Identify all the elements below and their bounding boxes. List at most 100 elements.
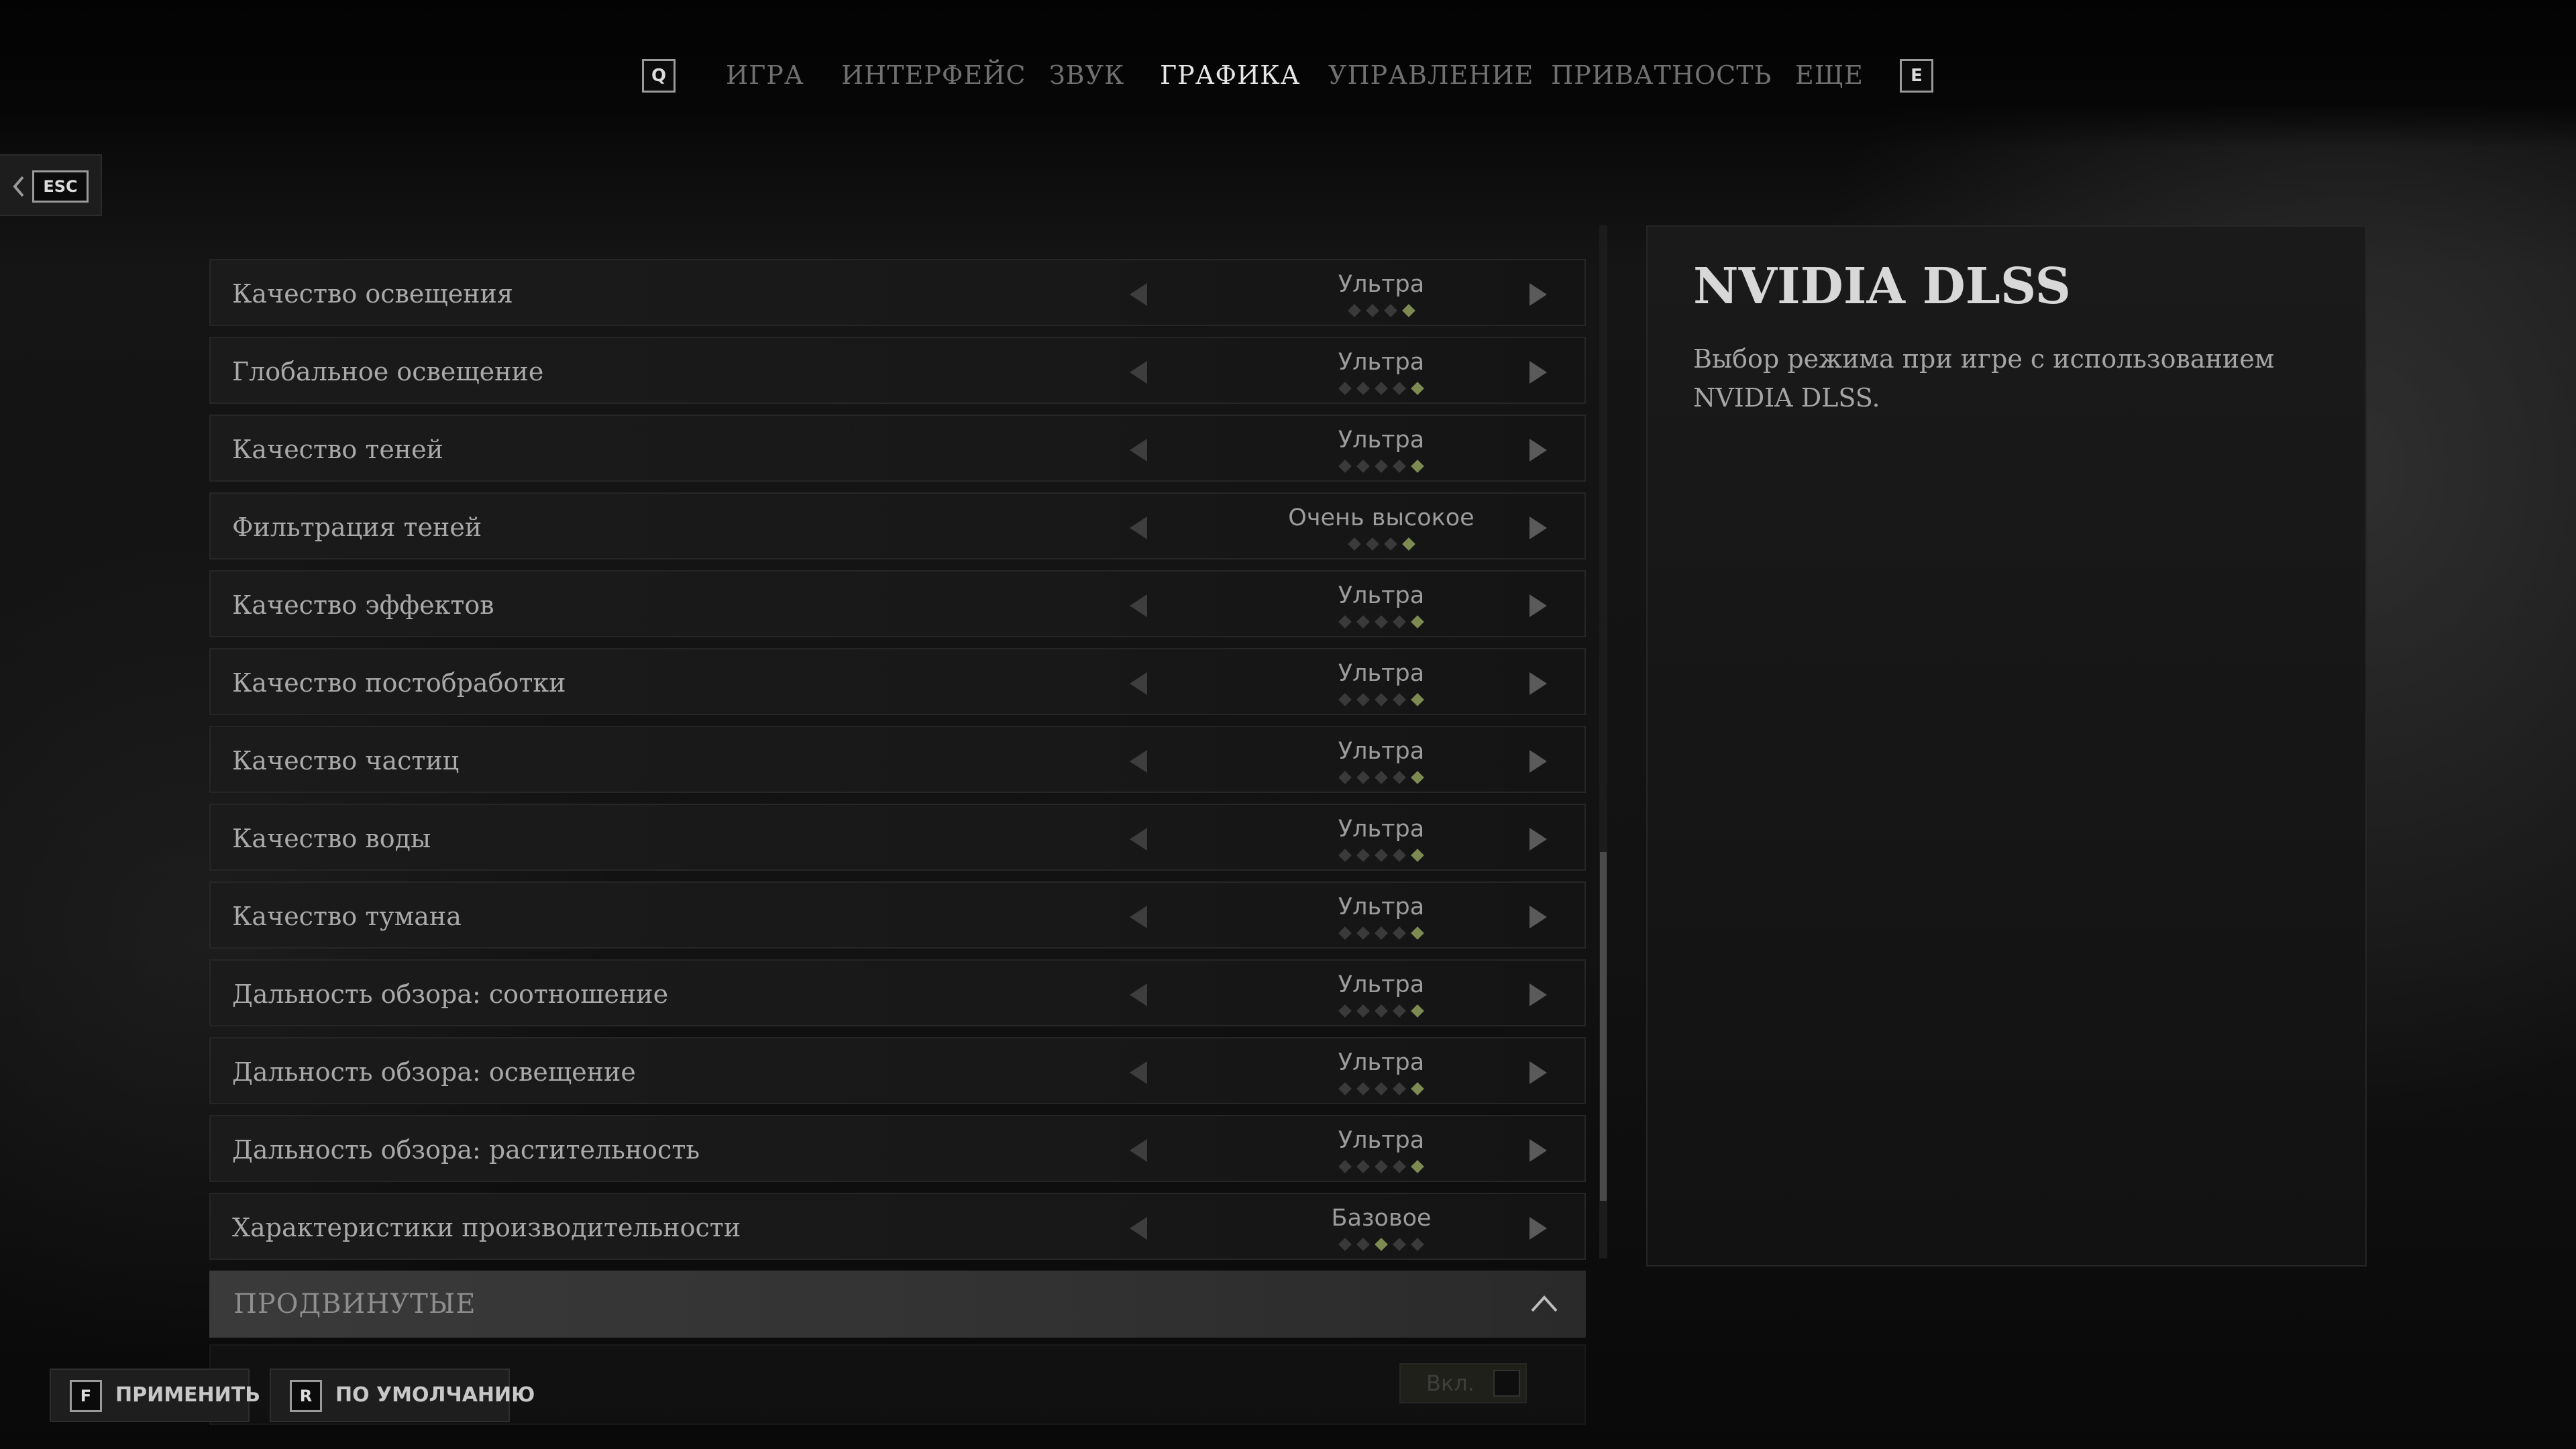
arrow-right-icon[interactable]	[1527, 982, 1550, 1008]
setting-value: Ультра	[1338, 1049, 1425, 1076]
setting-value: Ультра	[1338, 971, 1425, 998]
arrow-right-icon[interactable]	[1527, 282, 1550, 307]
level-pip-active	[1411, 693, 1424, 706]
setting-row[interactable]: Качество тумана Ультра	[209, 881, 1586, 949]
arrow-left-icon[interactable]	[1127, 282, 1150, 307]
setting-label: Дальность обзора: соотношение	[232, 979, 669, 1009]
toggle-knob	[1493, 1370, 1520, 1397]
apply-label: ПРИМЕНИТЬ	[115, 1383, 261, 1407]
arrow-left-icon[interactable]	[1127, 982, 1150, 1008]
level-pip	[1393, 1238, 1406, 1251]
apply-button[interactable]: F ПРИМЕНИТЬ	[50, 1368, 260, 1422]
level-pip	[1393, 771, 1406, 784]
arrow-left-icon[interactable]	[1127, 671, 1150, 696]
tab-interface[interactable]: ИНТЕРФЕЙС	[841, 55, 1026, 95]
level-pip	[1338, 926, 1352, 940]
arrow-right-icon[interactable]	[1527, 593, 1550, 619]
level-pip	[1338, 693, 1352, 706]
setting-value: Ультра	[1338, 816, 1425, 843]
level-pip	[1338, 460, 1352, 473]
setting-row[interactable]: Дальность обзора: растительность Ультра	[209, 1115, 1586, 1182]
advanced-section-header[interactable]: ПРОДВИНУТЫЕ	[209, 1271, 1586, 1338]
tab-game[interactable]: ИГРА	[726, 55, 804, 95]
arrow-left-icon[interactable]	[1127, 826, 1150, 852]
setting-value: Ультра	[1338, 894, 1425, 920]
arrow-right-icon[interactable]	[1527, 360, 1550, 385]
setting-row[interactable]: Характеристики производительности Базовое	[209, 1193, 1586, 1260]
arrow-left-icon[interactable]	[1127, 749, 1150, 774]
level-pip	[1356, 460, 1370, 473]
setting-row[interactable]: Качество эффектов Ультра	[209, 570, 1586, 637]
setting-label: Дальность обзора: освещение	[232, 1057, 636, 1087]
level-pip	[1375, 1160, 1388, 1173]
arrow-right-icon[interactable]	[1527, 671, 1550, 696]
arrow-right-icon[interactable]	[1527, 826, 1550, 852]
level-pip	[1356, 771, 1370, 784]
setting-row[interactable]: Фильтрация теней Очень высокое	[209, 492, 1586, 559]
setting-row[interactable]: Качество частиц Ультра	[209, 726, 1586, 793]
setting-row[interactable]: Дальность обзора: освещение Ультра	[209, 1037, 1586, 1104]
level-pip	[1375, 926, 1388, 940]
arrow-left-icon[interactable]	[1127, 593, 1150, 619]
tab-privacy[interactable]: ПРИВАТНОСТЬ	[1551, 55, 1772, 95]
level-pip	[1338, 1238, 1352, 1251]
tab-more[interactable]: ЕЩЕ	[1795, 55, 1864, 95]
level-pip	[1356, 1082, 1370, 1095]
tab-graphics[interactable]: ГРАФИКА	[1160, 55, 1300, 95]
arrow-left-icon[interactable]	[1127, 360, 1150, 385]
arrow-right-icon[interactable]	[1527, 1138, 1550, 1163]
arrow-left-icon[interactable]	[1127, 437, 1150, 463]
arrow-right-icon[interactable]	[1527, 1216, 1550, 1241]
setting-value: Ультра	[1338, 582, 1425, 609]
level-pip	[1356, 693, 1370, 706]
arrow-right-icon[interactable]	[1527, 904, 1550, 930]
level-pip	[1347, 304, 1361, 317]
setting-row[interactable]: Глобальное освещение Ультра	[209, 337, 1586, 404]
setting-level-indicator	[1237, 615, 1525, 629]
back-button[interactable]: ESC	[0, 154, 102, 216]
level-pip	[1393, 849, 1406, 862]
arrow-left-icon[interactable]	[1127, 1060, 1150, 1085]
level-pip	[1375, 849, 1388, 862]
level-pip-active	[1411, 460, 1424, 473]
level-pip-active	[1411, 926, 1424, 940]
level-pip	[1338, 849, 1352, 862]
level-pip	[1393, 382, 1406, 395]
setting-row[interactable]: Качество освещения Ультра	[209, 259, 1586, 326]
arrow-left-icon[interactable]	[1127, 1138, 1150, 1163]
reset-defaults-button[interactable]: R ПО УМОЛЧАНИЮ	[270, 1368, 535, 1422]
setting-label: Качество воды	[232, 824, 431, 853]
setting-value: Ультра	[1338, 1127, 1425, 1154]
tab-controls[interactable]: УПРАВЛЕНИЕ	[1328, 55, 1534, 95]
level-pip-active	[1401, 537, 1415, 551]
setting-value: Очень высокое	[1288, 504, 1474, 531]
level-pip	[1338, 1160, 1352, 1173]
prev-tab-key-hint[interactable]: Q	[642, 59, 676, 93]
level-pip	[1393, 926, 1406, 940]
level-pip-active	[1411, 1082, 1424, 1095]
level-pip-active	[1411, 615, 1424, 629]
reset-label: ПО УМОЛЧАНИЮ	[335, 1383, 535, 1407]
arrow-left-icon[interactable]	[1127, 904, 1150, 930]
arrow-left-icon[interactable]	[1127, 515, 1150, 541]
scrollbar-thumb[interactable]	[1600, 852, 1607, 1201]
setting-label: Глобальное освещение	[232, 357, 544, 386]
arrow-right-icon[interactable]	[1527, 749, 1550, 774]
next-tab-key-hint[interactable]: E	[1900, 59, 1933, 93]
esc-key-hint: ESC	[32, 170, 89, 203]
setting-row[interactable]: Качество постобработки Ультра	[209, 648, 1586, 715]
setting-row[interactable]: Дальность обзора: соотношение Ультра	[209, 959, 1586, 1026]
setting-label: Дальность обзора: растительность	[232, 1135, 700, 1165]
tab-sound[interactable]: ЗВУК	[1049, 55, 1124, 95]
setting-level-indicator	[1237, 693, 1525, 706]
level-pip	[1411, 1238, 1424, 1251]
setting-value: Ультра	[1338, 660, 1425, 687]
setting-row[interactable]: Качество теней Ультра	[209, 415, 1586, 482]
arrow-right-icon[interactable]	[1527, 437, 1550, 463]
toggle-switch[interactable]: Вкл.	[1399, 1363, 1527, 1403]
arrow-right-icon[interactable]	[1527, 515, 1550, 541]
arrow-right-icon[interactable]	[1527, 1060, 1550, 1085]
level-pip	[1356, 615, 1370, 629]
setting-row[interactable]: Качество воды Ультра	[209, 804, 1586, 871]
arrow-left-icon[interactable]	[1127, 1216, 1150, 1241]
